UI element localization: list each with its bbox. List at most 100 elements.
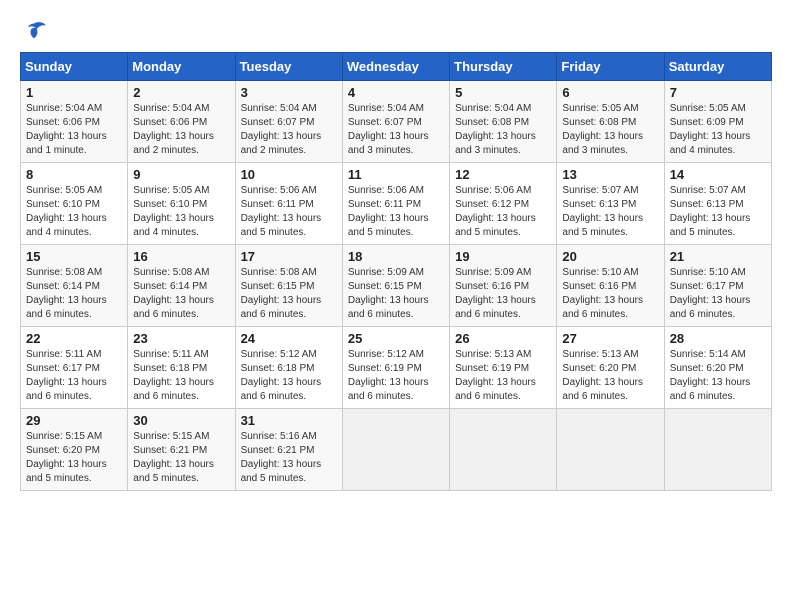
- day-info: Sunrise: 5:06 AM Sunset: 6:11 PM Dayligh…: [348, 184, 444, 240]
- day-number: 8: [26, 167, 122, 182]
- day-info: Sunrise: 5:05 AM Sunset: 6:10 PM Dayligh…: [26, 184, 122, 240]
- logo-bird-icon: [20, 20, 48, 42]
- day-number: 16: [133, 249, 229, 264]
- day-info: Sunrise: 5:08 AM Sunset: 6:15 PM Dayligh…: [241, 266, 337, 322]
- day-number: 18: [348, 249, 444, 264]
- day-number: 11: [348, 167, 444, 182]
- calendar-day-cell: 22 Sunrise: 5:11 AM Sunset: 6:17 PM Dayli…: [21, 327, 128, 409]
- day-info: Sunrise: 5:09 AM Sunset: 6:16 PM Dayligh…: [455, 266, 551, 322]
- day-info: Sunrise: 5:05 AM Sunset: 6:08 PM Dayligh…: [562, 102, 658, 158]
- calendar-day-cell: [664, 409, 771, 491]
- day-number: 31: [241, 413, 337, 428]
- calendar-header-row: SundayMondayTuesdayWednesdayThursdayFrid…: [21, 53, 772, 81]
- calendar-day-cell: [450, 409, 557, 491]
- calendar-day-cell: 11 Sunrise: 5:06 AM Sunset: 6:11 PM Dayli…: [342, 163, 449, 245]
- calendar-day-cell: 8 Sunrise: 5:05 AM Sunset: 6:10 PM Daylig…: [21, 163, 128, 245]
- day-number: 24: [241, 331, 337, 346]
- day-info: Sunrise: 5:05 AM Sunset: 6:09 PM Dayligh…: [670, 102, 766, 158]
- day-number: 10: [241, 167, 337, 182]
- day-number: 28: [670, 331, 766, 346]
- column-header-sunday: Sunday: [21, 53, 128, 81]
- day-number: 12: [455, 167, 551, 182]
- calendar-day-cell: 14 Sunrise: 5:07 AM Sunset: 6:13 PM Dayli…: [664, 163, 771, 245]
- column-header-thursday: Thursday: [450, 53, 557, 81]
- calendar-day-cell: 21Sunrise: 5:10 AM Sunset: 6:17 PM Dayli…: [664, 245, 771, 327]
- day-info: Sunrise: 5:08 AM Sunset: 6:14 PM Dayligh…: [26, 266, 122, 322]
- day-info: Sunrise: 5:13 AM Sunset: 6:19 PM Dayligh…: [455, 348, 551, 404]
- day-number: 27: [562, 331, 658, 346]
- day-info: Sunrise: 5:06 AM Sunset: 6:12 PM Dayligh…: [455, 184, 551, 240]
- day-number: 7: [670, 85, 766, 100]
- calendar-day-cell: 1 Sunrise: 5:04 AM Sunset: 6:06 PM Daylig…: [21, 81, 128, 163]
- column-header-wednesday: Wednesday: [342, 53, 449, 81]
- day-number: 1: [26, 85, 122, 100]
- day-number: 6: [562, 85, 658, 100]
- calendar-day-cell: 18Sunrise: 5:09 AM Sunset: 6:15 PM Dayli…: [342, 245, 449, 327]
- calendar-week-row: 1 Sunrise: 5:04 AM Sunset: 6:06 PM Daylig…: [21, 81, 772, 163]
- day-number: 3: [241, 85, 337, 100]
- calendar-day-cell: 16 Sunrise: 5:08 AM Sunset: 6:14 PM Dayli…: [128, 245, 235, 327]
- column-header-saturday: Saturday: [664, 53, 771, 81]
- logo: [20, 20, 52, 42]
- day-info: Sunrise: 5:04 AM Sunset: 6:08 PM Dayligh…: [455, 102, 551, 158]
- day-number: 15: [26, 249, 122, 264]
- calendar-day-cell: 6 Sunrise: 5:05 AM Sunset: 6:08 PM Daylig…: [557, 81, 664, 163]
- day-info: Sunrise: 5:05 AM Sunset: 6:10 PM Dayligh…: [133, 184, 229, 240]
- day-info: Sunrise: 5:08 AM Sunset: 6:14 PM Dayligh…: [133, 266, 229, 322]
- day-info: Sunrise: 5:12 AM Sunset: 6:18 PM Dayligh…: [241, 348, 337, 404]
- calendar-day-cell: 26 Sunrise: 5:13 AM Sunset: 6:19 PM Dayli…: [450, 327, 557, 409]
- calendar-day-cell: 7 Sunrise: 5:05 AM Sunset: 6:09 PM Daylig…: [664, 81, 771, 163]
- day-number: 13: [562, 167, 658, 182]
- calendar-day-cell: 27 Sunrise: 5:13 AM Sunset: 6:20 PM Dayli…: [557, 327, 664, 409]
- column-header-monday: Monday: [128, 53, 235, 81]
- calendar-day-cell: [342, 409, 449, 491]
- day-info: Sunrise: 5:11 AM Sunset: 6:18 PM Dayligh…: [133, 348, 229, 404]
- day-info: Sunrise: 5:11 AM Sunset: 6:17 PM Dayligh…: [26, 348, 122, 404]
- calendar-day-cell: 12 Sunrise: 5:06 AM Sunset: 6:12 PM Dayli…: [450, 163, 557, 245]
- day-info: Sunrise: 5:04 AM Sunset: 6:07 PM Dayligh…: [241, 102, 337, 158]
- day-number: 14: [670, 167, 766, 182]
- calendar-day-cell: 4Sunrise: 5:04 AM Sunset: 6:07 PM Daylig…: [342, 81, 449, 163]
- calendar-day-cell: 15 Sunrise: 5:08 AM Sunset: 6:14 PM Dayli…: [21, 245, 128, 327]
- day-number: 30: [133, 413, 229, 428]
- calendar-day-cell: 29 Sunrise: 5:15 AM Sunset: 6:20 PM Dayli…: [21, 409, 128, 491]
- day-number: 21: [670, 249, 766, 264]
- day-number: 25: [348, 331, 444, 346]
- day-info: Sunrise: 5:10 AM Sunset: 6:16 PM Dayligh…: [562, 266, 658, 322]
- calendar-day-cell: 20Sunrise: 5:10 AM Sunset: 6:16 PM Dayli…: [557, 245, 664, 327]
- calendar-day-cell: 17 Sunrise: 5:08 AM Sunset: 6:15 PM Dayli…: [235, 245, 342, 327]
- calendar-day-cell: 2Sunrise: 5:04 AM Sunset: 6:06 PM Daylig…: [128, 81, 235, 163]
- day-number: 4: [348, 85, 444, 100]
- day-info: Sunrise: 5:15 AM Sunset: 6:21 PM Dayligh…: [133, 430, 229, 486]
- day-info: Sunrise: 5:04 AM Sunset: 6:06 PM Dayligh…: [133, 102, 229, 158]
- calendar-day-cell: [557, 409, 664, 491]
- day-info: Sunrise: 5:16 AM Sunset: 6:21 PM Dayligh…: [241, 430, 337, 486]
- day-info: Sunrise: 5:07 AM Sunset: 6:13 PM Dayligh…: [562, 184, 658, 240]
- day-info: Sunrise: 5:13 AM Sunset: 6:20 PM Dayligh…: [562, 348, 658, 404]
- calendar-day-cell: 13 Sunrise: 5:07 AM Sunset: 6:13 PM Dayli…: [557, 163, 664, 245]
- day-info: Sunrise: 5:14 AM Sunset: 6:20 PM Dayligh…: [670, 348, 766, 404]
- calendar-week-row: 8 Sunrise: 5:05 AM Sunset: 6:10 PM Daylig…: [21, 163, 772, 245]
- calendar-day-cell: 3 Sunrise: 5:04 AM Sunset: 6:07 PM Daylig…: [235, 81, 342, 163]
- day-number: 23: [133, 331, 229, 346]
- calendar-day-cell: 5Sunrise: 5:04 AM Sunset: 6:08 PM Daylig…: [450, 81, 557, 163]
- day-info: Sunrise: 5:04 AM Sunset: 6:06 PM Dayligh…: [26, 102, 122, 158]
- day-number: 26: [455, 331, 551, 346]
- calendar-day-cell: 31 Sunrise: 5:16 AM Sunset: 6:21 PM Dayli…: [235, 409, 342, 491]
- day-number: 17: [241, 249, 337, 264]
- day-number: 22: [26, 331, 122, 346]
- calendar-day-cell: 28 Sunrise: 5:14 AM Sunset: 6:20 PM Dayli…: [664, 327, 771, 409]
- calendar-day-cell: 10Sunrise: 5:06 AM Sunset: 6:11 PM Dayli…: [235, 163, 342, 245]
- calendar-day-cell: 9 Sunrise: 5:05 AM Sunset: 6:10 PM Daylig…: [128, 163, 235, 245]
- calendar-table: SundayMondayTuesdayWednesdayThursdayFrid…: [20, 52, 772, 491]
- day-number: 19: [455, 249, 551, 264]
- day-info: Sunrise: 5:12 AM Sunset: 6:19 PM Dayligh…: [348, 348, 444, 404]
- day-info: Sunrise: 5:07 AM Sunset: 6:13 PM Dayligh…: [670, 184, 766, 240]
- day-number: 29: [26, 413, 122, 428]
- day-info: Sunrise: 5:15 AM Sunset: 6:20 PM Dayligh…: [26, 430, 122, 486]
- calendar-week-row: 22 Sunrise: 5:11 AM Sunset: 6:17 PM Dayli…: [21, 327, 772, 409]
- calendar-week-row: 29 Sunrise: 5:15 AM Sunset: 6:20 PM Dayli…: [21, 409, 772, 491]
- column-header-friday: Friday: [557, 53, 664, 81]
- calendar-week-row: 15 Sunrise: 5:08 AM Sunset: 6:14 PM Dayli…: [21, 245, 772, 327]
- day-number: 9: [133, 167, 229, 182]
